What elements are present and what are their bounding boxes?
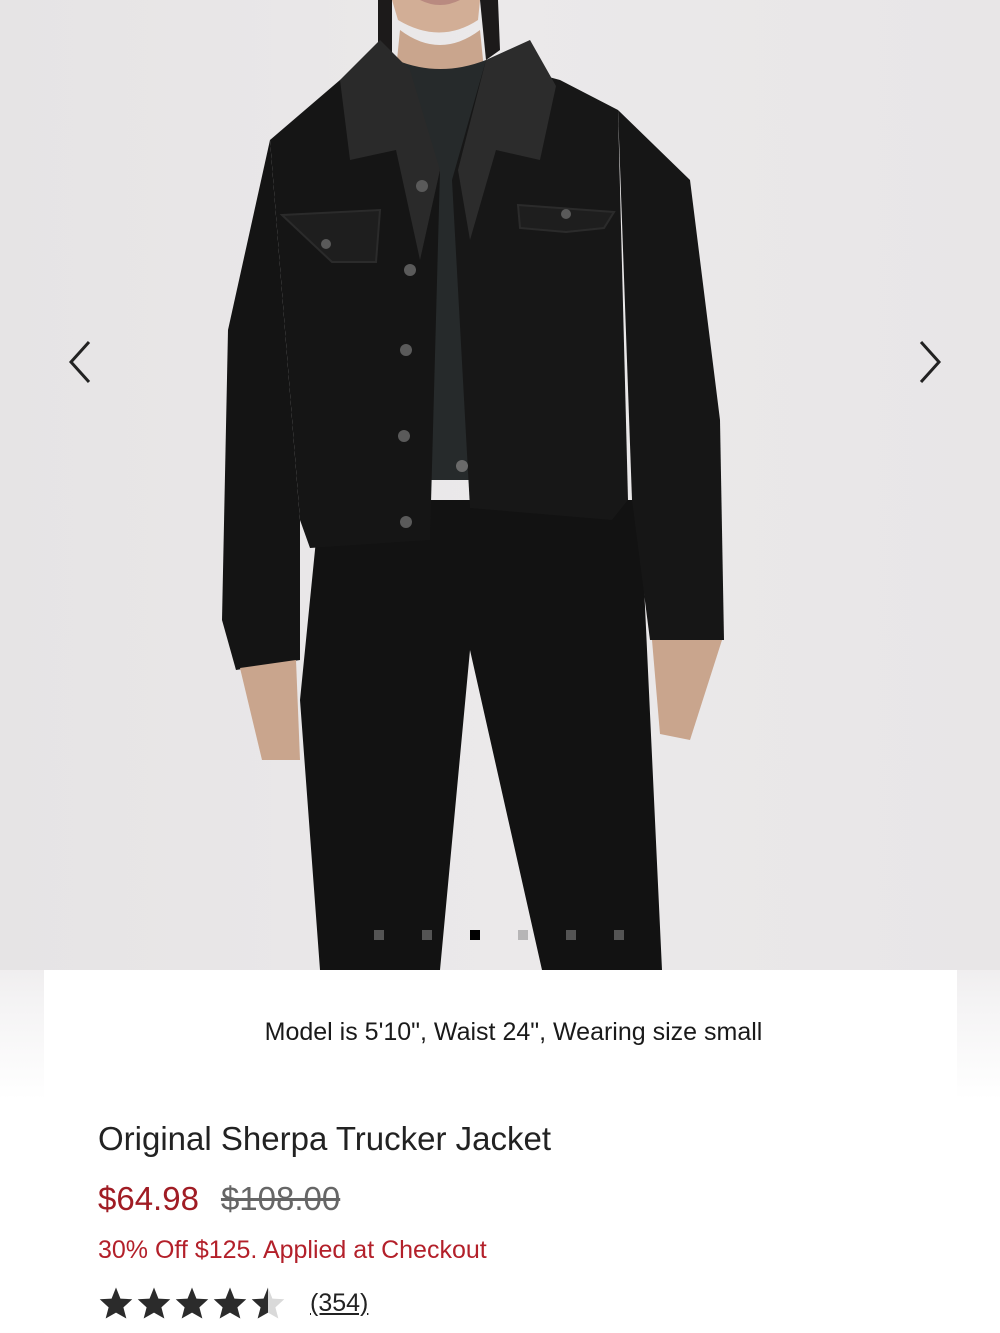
original-price: $108.00: [220, 1180, 341, 1217]
chevron-left-icon: [68, 340, 91, 384]
carousel-dot[interactable]: [566, 930, 576, 940]
price-block: $64.98 $108.00: [98, 1180, 340, 1218]
sale-price: $64.98: [98, 1180, 199, 1217]
star-rating: [98, 1286, 286, 1320]
chevron-right-icon: [919, 340, 942, 384]
carousel-dot[interactable]: [518, 930, 528, 940]
carousel-dot-active[interactable]: [470, 930, 480, 940]
promo-message: 30% Off $125. Applied at Checkout: [98, 1236, 487, 1264]
carousel-pagination: [374, 930, 624, 940]
star-icon: [99, 1287, 133, 1319]
carousel-prev-button[interactable]: [50, 330, 110, 394]
product-photo: [222, 0, 724, 970]
review-count-link[interactable]: (354): [310, 1289, 368, 1318]
rating-summary[interactable]: (354): [98, 1286, 368, 1320]
carousel-dot[interactable]: [374, 930, 384, 940]
carousel-dot[interactable]: [422, 930, 432, 940]
star-icon: [175, 1287, 209, 1319]
carousel-dot[interactable]: [614, 930, 624, 940]
product-image-carousel[interactable]: [0, 0, 1000, 970]
model-size-info: Model is 5'10", Waist 24", Wearing size …: [264, 1018, 763, 1046]
star-icon: [137, 1287, 171, 1319]
star-icon: [213, 1287, 247, 1319]
product-title: Original Sherpa Trucker Jacket: [98, 1120, 552, 1157]
half-star-icon: [251, 1287, 285, 1319]
carousel-next-button[interactable]: [900, 330, 960, 394]
